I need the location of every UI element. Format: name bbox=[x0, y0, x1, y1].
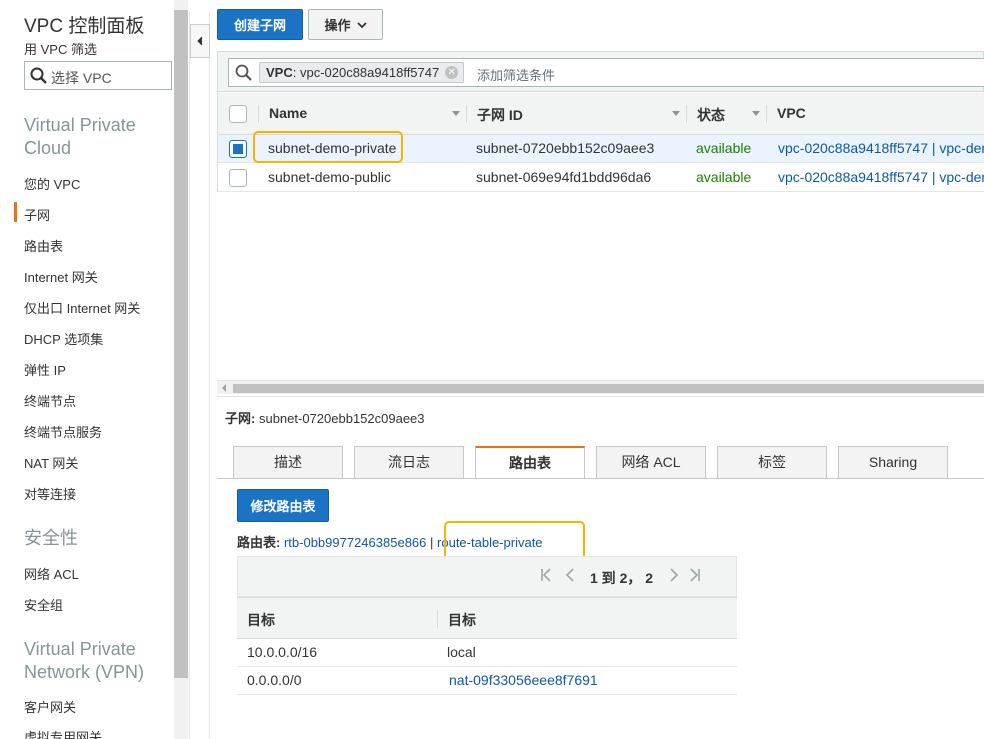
sidebar-item-elastic-ip[interactable]: 弹性 IP bbox=[24, 360, 66, 379]
route-destination: 10.0.0.0/16 bbox=[247, 644, 318, 660]
table-horizontal-scrollbar[interactable] bbox=[217, 380, 984, 394]
highlight-route-table-name bbox=[444, 521, 585, 560]
scrollbar-thumb[interactable] bbox=[233, 384, 984, 393]
route-target: local bbox=[447, 644, 476, 660]
row-checkbox[interactable] bbox=[229, 140, 247, 158]
filter-token-value: : vpc-020c88a9418ff5747 bbox=[292, 65, 440, 80]
row-vpc-link[interactable]: vpc-020c88a9418ff5747 | vpc-demo bbox=[778, 140, 984, 156]
previous-page-icon[interactable] bbox=[565, 568, 575, 585]
tab-underline bbox=[217, 478, 984, 479]
highlight-selected-name bbox=[253, 131, 403, 163]
detail-subnet-label: 子网: subnet-0720ebb152c09aee3 bbox=[225, 408, 425, 427]
sidebar-scrollbar-thumb[interactable] bbox=[174, 10, 188, 678]
detail-key: 子网: bbox=[225, 411, 256, 426]
last-page-icon[interactable] bbox=[689, 568, 701, 585]
sidebar-item-your-vpcs[interactable]: 您的 VPC bbox=[24, 174, 80, 193]
chevron-left-icon bbox=[196, 33, 204, 49]
sidebar-item-peering[interactable]: 对等连接 bbox=[24, 484, 76, 503]
sidebar-item-endpoints[interactable]: 终端节点 bbox=[24, 391, 76, 410]
column-header-name[interactable]: Name bbox=[269, 105, 307, 121]
edit-route-table-button[interactable]: 修改路由表 bbox=[237, 489, 329, 522]
sidebar-item-internet-gateways[interactable]: Internet 网关 bbox=[24, 267, 98, 286]
section-vpn-title: Virtual Private Network (VPN) bbox=[24, 639, 145, 682]
column-header-target[interactable]: 目标 bbox=[448, 610, 476, 630]
sort-caret-icon[interactable] bbox=[752, 111, 760, 116]
routes-table-header: 目标 目标 bbox=[237, 597, 737, 639]
first-page-icon[interactable] bbox=[540, 568, 552, 585]
sidebar-item-network-acl[interactable]: 网络 ACL bbox=[24, 564, 79, 583]
sidebar-item-customer-gateways[interactable]: 客户网关 bbox=[24, 697, 76, 716]
tab-description[interactable]: 描述 bbox=[233, 446, 343, 478]
sidebar-title: VPC 控制面板 bbox=[24, 16, 145, 37]
row-name: subnet-demo-public bbox=[268, 169, 391, 185]
sidebar-item-subnets[interactable]: 子网 bbox=[13, 202, 50, 224]
tab-tags[interactable]: 标签 bbox=[717, 446, 827, 478]
route-target-link[interactable]: nat-09f33056eee8f7691 bbox=[449, 672, 598, 688]
route-destination: 0.0.0.0/0 bbox=[247, 672, 302, 688]
search-icon bbox=[235, 64, 253, 85]
table-header: Name 子网 ID 状态 VPC bbox=[217, 93, 984, 135]
pagination-bar: 1 到 2， 2 bbox=[237, 556, 737, 597]
route-table-key: 路由表: bbox=[237, 535, 281, 550]
row-status: available bbox=[696, 169, 752, 185]
sidebar-item-egress-only-igw[interactable]: 仅出口 Internet 网关 bbox=[24, 298, 140, 317]
pagination-text: 1 到 2， 2 bbox=[590, 570, 654, 586]
sidebar-item-nat-gateways[interactable]: NAT 网关 bbox=[24, 453, 78, 472]
collapse-sidebar-button[interactable] bbox=[190, 24, 210, 58]
tab-flow-logs[interactable]: 流日志 bbox=[354, 446, 464, 478]
row-subnet-id: subnet-0720ebb152c09aee3 bbox=[476, 140, 655, 156]
column-header-destination[interactable]: 目标 bbox=[247, 610, 275, 630]
table-row: 10.0.0.0/16 local bbox=[237, 639, 737, 667]
vpc-select-input[interactable]: 选择 VPC bbox=[24, 61, 172, 90]
sidebar-item-route-tables[interactable]: 路由表 bbox=[24, 236, 63, 255]
filter-token-vpc[interactable]: VPC: vpc-020c88a9418ff5747 ✕ bbox=[259, 62, 465, 83]
filter-token-key: VPC bbox=[266, 65, 293, 80]
filter-bar: VPC: vpc-020c88a9418ff5747 ✕ 添加筛选条件 bbox=[217, 51, 984, 92]
select-all-checkbox[interactable] bbox=[229, 105, 247, 123]
row-checkbox[interactable] bbox=[229, 169, 247, 187]
panel-divider[interactable] bbox=[217, 396, 984, 397]
route-table-separator: | bbox=[430, 535, 434, 550]
actions-label: 操作 bbox=[324, 18, 351, 33]
sidebar-collapse-column bbox=[189, 11, 210, 739]
column-header-subnet-id[interactable]: 子网 ID bbox=[477, 105, 523, 125]
tab-sharing[interactable]: Sharing bbox=[838, 446, 948, 478]
sidebar-item-security-groups[interactable]: 安全组 bbox=[24, 595, 63, 614]
search-icon bbox=[30, 67, 48, 88]
column-header-status[interactable]: 状态 bbox=[697, 105, 725, 125]
sidebar: VPC 控制面板 用 VPC 筛选 选择 VPC Virtual Private… bbox=[0, 0, 174, 739]
section-security-title: 安全性 bbox=[24, 528, 78, 548]
chevron-down-icon bbox=[356, 17, 367, 32]
sidebar-item-virtual-private-gateways[interactable]: 虚拟专用网关 bbox=[24, 727, 102, 739]
next-page-icon[interactable] bbox=[669, 568, 679, 585]
row-vpc-link[interactable]: vpc-020c88a9418ff5747 | vpc-demo bbox=[778, 169, 984, 185]
route-table-id-link[interactable]: rtb-0bb9977246385e866 bbox=[284, 535, 426, 550]
section-vpc-title: Virtual Private Cloud bbox=[24, 115, 136, 158]
create-subnet-button[interactable]: 创建子网 bbox=[217, 9, 303, 40]
tab-network-acl[interactable]: 网络 ACL bbox=[596, 446, 706, 478]
vpc-select-placeholder: 选择 VPC bbox=[51, 70, 112, 86]
sort-caret-icon[interactable] bbox=[672, 111, 680, 116]
sort-caret-icon[interactable] bbox=[452, 111, 460, 116]
table-row[interactable]: subnet-demo-public subnet-069e94fd1bdd96… bbox=[217, 164, 984, 192]
remove-filter-icon[interactable]: ✕ bbox=[445, 66, 459, 79]
column-header-vpc[interactable]: VPC bbox=[777, 105, 806, 121]
table-row: 0.0.0.0/0 nat-09f33056eee8f7691 bbox=[237, 667, 737, 695]
actions-button[interactable]: 操作 bbox=[308, 9, 383, 40]
sidebar-item-dhcp-options[interactable]: DHCP 选项集 bbox=[24, 329, 103, 348]
add-filter-placeholder: 添加筛选条件 bbox=[477, 68, 556, 83]
sidebar-item-endpoint-services[interactable]: 终端节点服务 bbox=[24, 422, 102, 441]
detail-subnet-id: subnet-0720ebb152c09aee3 bbox=[258, 411, 425, 426]
row-status: available bbox=[696, 140, 752, 156]
filter-input[interactable]: VPC: vpc-020c88a9418ff5747 ✕ 添加筛选条件 bbox=[228, 58, 984, 87]
scroll-left-icon[interactable] bbox=[222, 384, 226, 392]
vpc-filter-label: 用 VPC 筛选 bbox=[24, 42, 97, 57]
row-subnet-id: subnet-069e94fd1bdd96da6 bbox=[476, 169, 652, 185]
tab-route-table[interactable]: 路由表 bbox=[475, 446, 585, 479]
